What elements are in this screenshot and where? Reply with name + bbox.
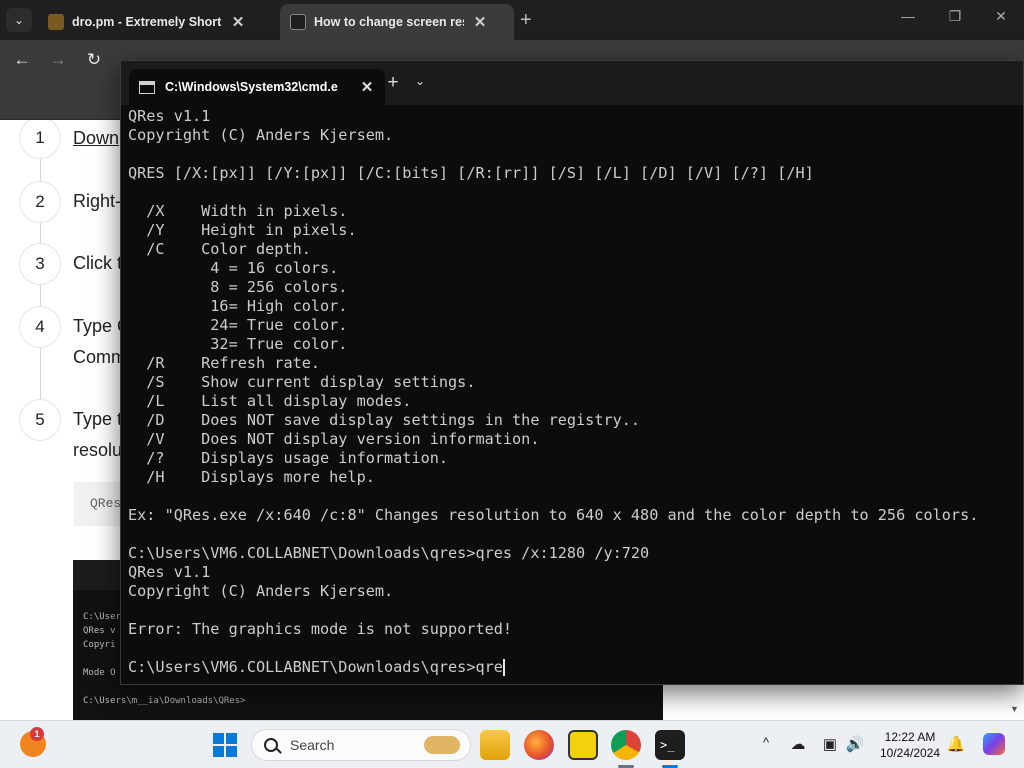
terminal-window[interactable]: C:\Windows\System32\cmd.e ✕ + ⌄ QRes v1.…	[120, 60, 1024, 685]
step-number-3: 3	[20, 244, 60, 284]
terminal-input-line[interactable]: C:\Users\VM6.COLLABNET\Downloads\qres> q…	[128, 658, 1023, 677]
terminal-line: Ex: "QRes.exe /x:640 /c:8" Changes resol…	[128, 506, 979, 524]
terminal-line: 8 = 256 colors.	[128, 278, 348, 296]
browser-tab-change-resolution[interactable]: How to change screen resolution ✕	[280, 4, 514, 40]
step-number-2: 2	[20, 182, 60, 222]
browser-tab-bar: ⌄ dro.pm - Extremely Short Link ✕ How to…	[0, 0, 1024, 40]
terminal-line: /D Does NOT save display settings in the…	[128, 411, 641, 429]
search-icon	[264, 738, 278, 752]
terminal-line: Copyright (C) Anders Kjersem.	[128, 582, 394, 600]
terminal-app-icon[interactable]: >_	[655, 730, 685, 760]
step-number-4: 4	[20, 307, 60, 347]
terminal-tab-cmd[interactable]: C:\Windows\System32\cmd.e ✕	[129, 69, 385, 105]
step-number-5: 5	[20, 400, 60, 440]
terminal-line: C:\Users\VM6.COLLABNET\Downloads\qres>qr…	[128, 544, 650, 562]
terminal-line: /V Does NOT display version information.	[128, 430, 540, 448]
terminal-line: /? Displays usage information.	[128, 449, 449, 467]
tab-search-chevron-icon[interactable]: ⌄	[6, 8, 32, 32]
terminal-line: QRes v1.1	[128, 563, 211, 581]
search-label: Search	[290, 737, 335, 753]
terminal-line: /Y Height in pixels.	[128, 221, 357, 239]
scroll-down-arrow-icon[interactable]: ▼	[1010, 704, 1019, 714]
close-terminal-tab-icon[interactable]: ✕	[359, 78, 375, 96]
browser-tab-dro-pm[interactable]: dro.pm - Extremely Short Link ✕	[38, 4, 274, 40]
taskbar-search-box[interactable]: Search	[251, 729, 471, 761]
volume-icon[interactable]: 🔊	[845, 735, 865, 753]
clock-date: 10/24/2024	[879, 746, 941, 760]
terminal-tab-bar: C:\Windows\System32\cmd.e ✕ + ⌄	[121, 61, 1023, 105]
chrome-icon[interactable]	[611, 730, 641, 760]
close-tab-icon[interactable]: ✕	[472, 13, 488, 31]
step-number-1: 1	[20, 120, 60, 158]
network-icon[interactable]: ☁	[788, 735, 808, 753]
forward-icon[interactable]: →	[44, 50, 72, 70]
terminal-line: /R Refresh rate.	[128, 354, 321, 372]
terminal-line: /S Show current display settings.	[128, 373, 476, 391]
step-5-text-continued: resolu	[73, 440, 123, 460]
notification-badge: 1	[30, 727, 44, 741]
terminal-line: /C Color depth.	[128, 240, 311, 258]
back-icon[interactable]: ←	[8, 50, 36, 70]
terminal-line: QRES [/X:[px]] [/Y:[px]] [/C:[bits] [/R:…	[128, 164, 814, 182]
embedded-text-line: Mode O	[83, 668, 116, 678]
tray-chevron-icon[interactable]: ^	[756, 735, 776, 750]
terminal-line: Copyright (C) Anders Kjersem.	[128, 126, 394, 144]
file-explorer-icon[interactable]	[480, 730, 510, 760]
terminal-line: QRes v1.1	[128, 107, 211, 125]
terminal-line: Error: The graphics mode is not supporte…	[128, 620, 513, 638]
minimize-icon[interactable]: —	[893, 8, 923, 24]
embedded-text-line: QRes v	[83, 626, 116, 636]
terminal-current-input[interactable]: qre	[475, 658, 502, 677]
reload-icon[interactable]: ↻	[80, 50, 108, 70]
browser-tab-title: How to change screen resolution	[314, 15, 464, 29]
terminal-line: 16= High color.	[128, 297, 348, 315]
taskbar-clock[interactable]: 12:22 AM 10/24/2024	[870, 729, 950, 761]
maximize-icon[interactable]: ❐	[940, 8, 970, 25]
terminal-new-tab-button[interactable]: +	[383, 72, 403, 94]
step-5-text: Type t	[73, 409, 123, 429]
terminal-line: 4 = 16 colors.	[128, 259, 339, 277]
terminal-prompt: C:\Users\VM6.COLLABNET\Downloads\qres>	[128, 658, 476, 676]
terminal-tab-title: C:\Windows\System32\cmd.e	[165, 80, 338, 94]
close-window-icon[interactable]: ✕	[986, 8, 1016, 25]
copilot-icon[interactable]	[983, 733, 1005, 755]
search-highlight-icon	[424, 736, 460, 754]
terminal-output[interactable]: QRes v1.1 Copyright (C) Anders Kjersem. …	[128, 107, 1023, 684]
text-cursor	[502, 659, 505, 676]
embedded-text-line: C:\Users\m__ia\Downloads\QRes>	[83, 696, 246, 706]
paint-app-icon[interactable]	[568, 730, 598, 760]
terminal-line: 24= True color.	[128, 316, 348, 334]
terminal-line: /X Width in pixels.	[128, 202, 348, 220]
start-button-windows-icon[interactable]	[213, 733, 237, 757]
command-prompt-icon	[139, 80, 155, 94]
step-3-text: Click t	[73, 253, 122, 273]
terminal-dropdown-icon[interactable]: ⌄	[413, 74, 427, 88]
step-1-text[interactable]: Down	[73, 128, 119, 149]
firefox-icon[interactable]	[524, 730, 554, 760]
terminal-line: /H Displays more help.	[128, 468, 375, 486]
browser-tab-title: dro.pm - Extremely Short Link	[72, 15, 222, 29]
dro-pm-favicon-icon	[48, 14, 64, 30]
step-4-text-continued: Comm	[73, 347, 126, 367]
page-favicon-icon	[290, 14, 306, 30]
embedded-text-line: Copyri	[83, 640, 116, 650]
notification-bell-icon[interactable]: 🔔	[946, 735, 966, 753]
clock-time: 12:22 AM	[884, 730, 936, 744]
close-tab-icon[interactable]: ✕	[230, 13, 246, 31]
taskbar: 1 Search >_ ^ ☁ ▣ 🔊 12:22 AM 10/24/2024 …	[0, 720, 1024, 768]
step-2-text: Right-	[73, 191, 122, 211]
terminal-line: 32= True color.	[128, 335, 348, 353]
display-icon[interactable]: ▣	[820, 735, 840, 753]
new-tab-button[interactable]: +	[520, 9, 532, 31]
terminal-line: /L List all display modes.	[128, 392, 412, 410]
